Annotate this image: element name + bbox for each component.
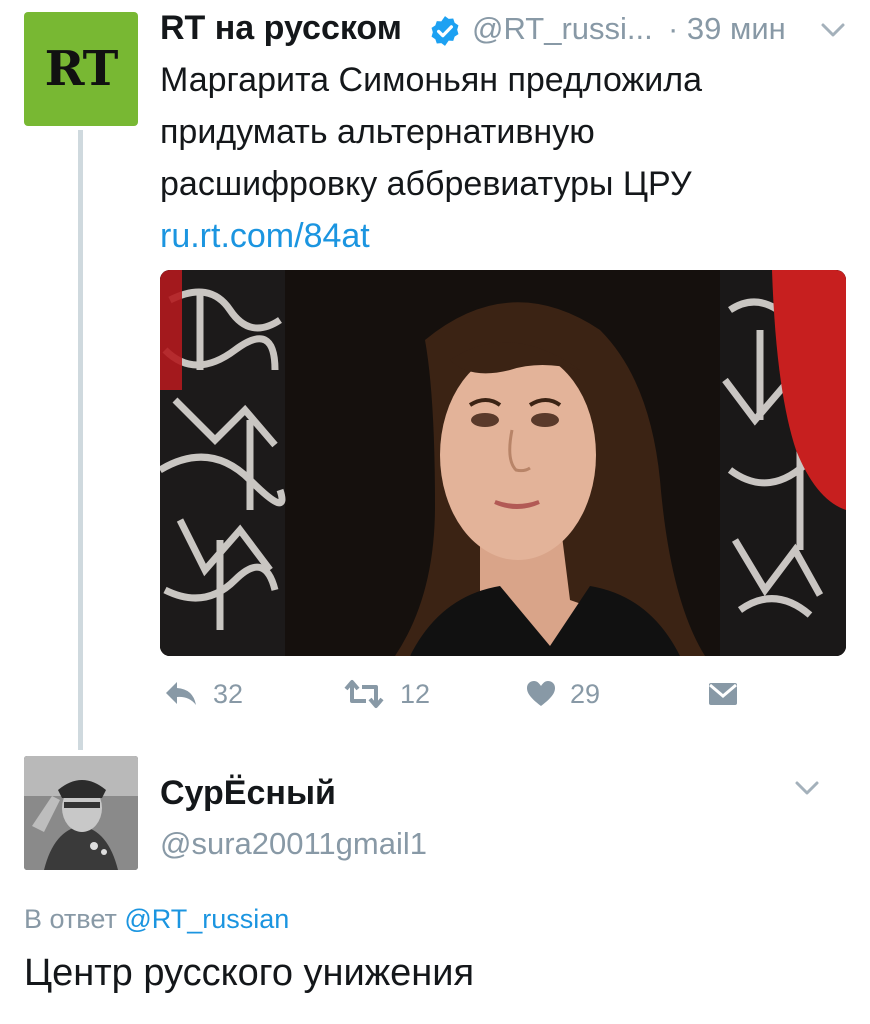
avatar-photo-illustration — [24, 756, 138, 870]
reply-text: Центр русского унижения — [24, 952, 475, 994]
verified-icon — [431, 16, 459, 46]
retweet-count: 12 — [400, 678, 431, 709]
tweet-time[interactable]: · 39 мин — [668, 11, 786, 47]
tweet-text-line: расшифровку аббревиатуры ЦРУ — [160, 165, 692, 203]
retweet-action[interactable]: 12 — [342, 676, 430, 712]
reply-icon — [166, 682, 196, 705]
direct-message-icon — [709, 683, 737, 705]
user-avatar[interactable] — [24, 756, 138, 870]
in-reply-handle[interactable]: @RT_russian — [124, 904, 289, 934]
like-count: 29 — [570, 678, 601, 709]
direct-message-action[interactable] — [708, 676, 738, 712]
chevron-down-icon[interactable] — [794, 780, 820, 796]
reply-count: 32 — [213, 678, 244, 709]
thread-connector-line — [78, 130, 83, 750]
author-name[interactable]: RT на русском — [160, 9, 402, 48]
reply-action[interactable]: 32 — [163, 676, 243, 712]
tweet-text-line: придумать альтернативную — [160, 113, 595, 151]
reply-author-handle[interactable]: @sura20011gmail1 — [160, 826, 427, 862]
tweet-text: Маргарита Симоньян предложила придумать … — [160, 54, 840, 262]
retweet-icon — [344, 680, 384, 708]
avatar-logo-text: RT — [44, 41, 119, 97]
reply-author-name[interactable]: СурЁсный — [160, 774, 336, 813]
rt-avatar[interactable]: RT — [24, 12, 138, 126]
photo-illustration — [160, 270, 846, 656]
author-handle[interactable]: @RT_russi... — [472, 11, 653, 47]
tweet-text-line: Маргарита Симоньян предложила — [160, 61, 703, 99]
like-action[interactable]: 29 — [526, 676, 600, 712]
in-reply-prefix: В ответ — [24, 904, 117, 934]
tweet-link[interactable]: ru.rt.com/84at — [160, 210, 840, 262]
in-reply-to: В ответ @RT_russian — [24, 904, 289, 935]
chevron-down-icon[interactable] — [820, 22, 846, 38]
like-icon — [527, 681, 555, 706]
tweet-photo[interactable] — [160, 270, 846, 656]
